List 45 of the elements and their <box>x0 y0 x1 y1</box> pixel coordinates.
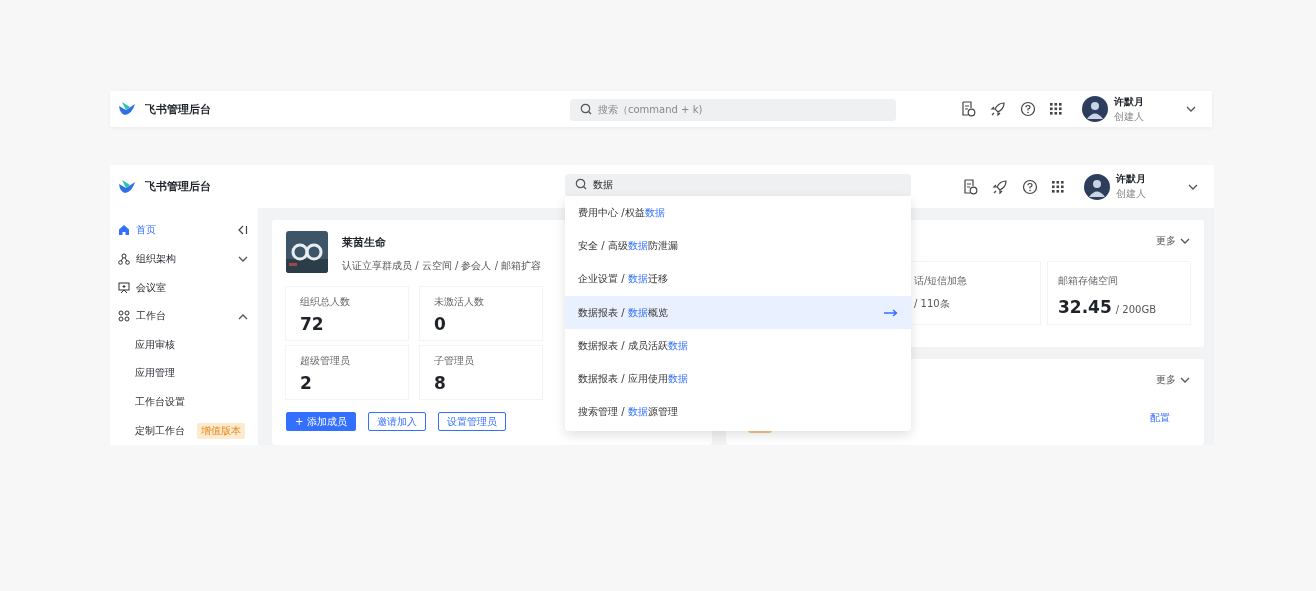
stat-value: 2 <box>300 373 313 393</box>
sidebar-item[interactable]: 会议室 <box>118 273 258 302</box>
user-name: 许默月 <box>1116 172 1147 186</box>
app-title: 飞书管理后台 <box>145 179 211 194</box>
search-field[interactable]: 数据 <box>565 173 911 197</box>
stat-value: 32.45 <box>1058 297 1112 317</box>
stat-value: 72 <box>300 314 325 334</box>
organization-name: 莱茵生命 <box>342 236 386 249</box>
stat-label: 邮箱存储空间 <box>1058 274 1119 288</box>
stat-total: / 200GB <box>1115 304 1157 315</box>
search-result[interactable]: 数据报表 / 成员活跃数据 <box>565 329 911 363</box>
organization-tags: 认证立享群成员 / 云空间 / 参会人 / 邮箱扩容 <box>342 259 542 273</box>
configure-link[interactable]: 配置 <box>1150 410 1170 425</box>
action-button[interactable]: 邀请加入 <box>367 412 426 431</box>
search-field[interactable]: 搜索（command + k) <box>570 98 896 121</box>
action-button[interactable]: 设置管理员 <box>437 412 506 431</box>
sidebar-item[interactable]: 定制工作台 增值版本 <box>118 416 258 445</box>
stat-value: 8 <box>434 373 447 393</box>
user-name: 许默月 <box>1114 94 1145 109</box>
app-title: 飞书管理后台 <box>145 101 211 117</box>
user-role: 创建人 <box>1114 109 1145 124</box>
stat-label: 超级管理员 <box>300 354 351 368</box>
badge: 增值版本 <box>197 422 245 439</box>
search-result[interactable]: 安全 / 高级数据防泄漏 <box>565 229 911 263</box>
sidebar-item[interactable]: 首页 <box>118 216 258 245</box>
stat-value: 0 <box>434 314 447 334</box>
search-result[interactable]: 费用中心 /权益数据 <box>565 196 911 230</box>
stat-label: 子管理员 <box>434 354 475 368</box>
stat-label: 话/短信加急 <box>914 274 969 288</box>
sidebar-item[interactable]: 组织架构 <box>118 244 258 274</box>
more-link[interactable]: 更多 <box>1156 372 1176 387</box>
more-link[interactable]: 更多 <box>1156 234 1176 248</box>
sidebar-item[interactable]: 工作台 <box>118 301 258 331</box>
sidebar-item[interactable]: 应用审核 <box>118 330 258 360</box>
sidebar-item[interactable]: 应用管理 <box>118 359 258 388</box>
search-result[interactable]: 企业设置 / 数据迁移 <box>565 262 911 296</box>
search-result[interactable]: 搜索管理 / 数据源管理 <box>565 395 911 430</box>
add-member-button[interactable]: + 添加成员 <box>286 412 356 431</box>
stat-label: 组织总人数 <box>300 295 351 309</box>
search-result[interactable]: 数据报表 / 数据概览 <box>565 295 911 330</box>
stat-total: / 110条 <box>914 297 950 311</box>
sidebar-item[interactable]: 工作台设置 <box>118 387 258 417</box>
user-role: 创建人 <box>1116 187 1147 201</box>
stat-label: 未激活人数 <box>434 295 485 309</box>
search-result[interactable]: 数据报表 / 应用使用数据 <box>565 362 911 396</box>
